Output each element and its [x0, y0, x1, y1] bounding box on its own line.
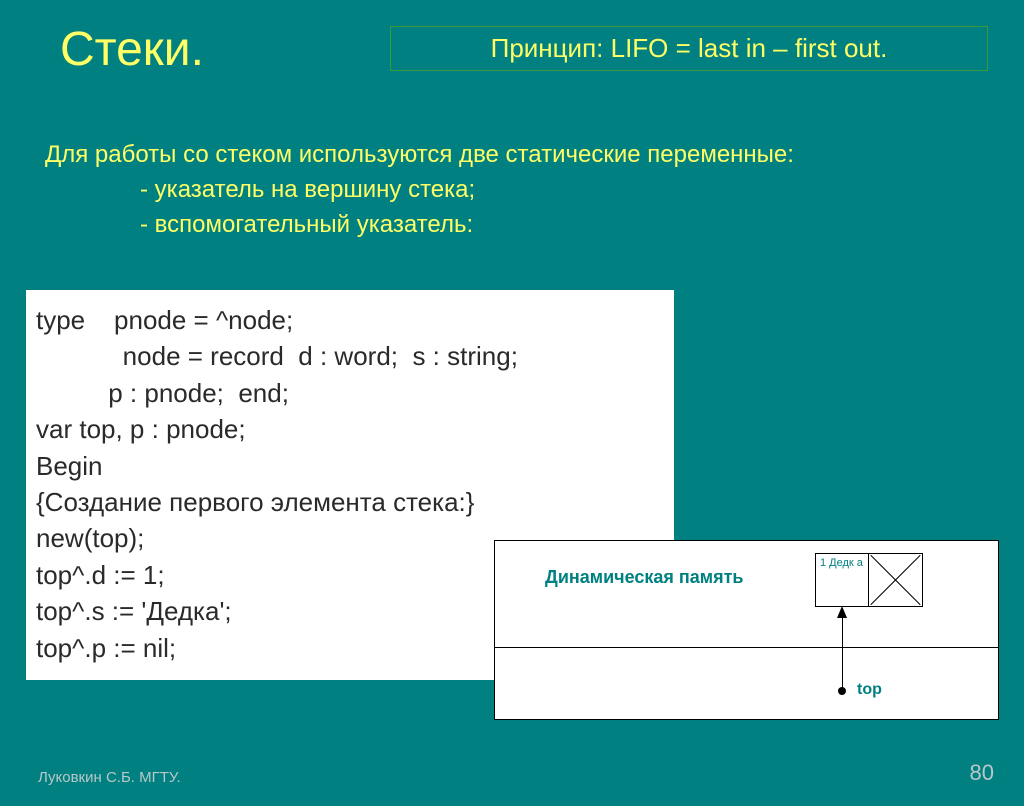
node-nil-icon — [869, 554, 922, 606]
node-data: 1 Дедк а — [816, 554, 869, 606]
memory-diagram: Динамическая память 1 Дедк а top — [494, 540, 999, 720]
memory-label: Динамическая память — [545, 566, 744, 589]
slide-footer: Луковкин С.Б. МГТУ. 80 — [38, 760, 994, 786]
slide-title: Стеки. — [60, 22, 204, 77]
page-number: 80 — [970, 760, 994, 786]
top-pointer-label: top — [857, 681, 882, 699]
stack-node: 1 Дедк а — [815, 553, 923, 607]
principle-box: Принцип: LIFO = last in – first out. — [390, 26, 988, 71]
intro-text: Для работы со стеком используются две ст… — [45, 138, 794, 242]
footer-author: Луковкин С.Б. МГТУ. — [38, 769, 181, 786]
divider-line — [495, 647, 998, 648]
intro-line-1: Для работы со стеком используются две ст… — [45, 138, 794, 173]
pointer-arrow-icon — [842, 608, 843, 690]
pointer-dot-icon — [838, 687, 846, 695]
intro-line-3: - вспомогательный указатель: — [45, 208, 794, 243]
intro-line-2: - указатель на вершину стека; — [45, 173, 794, 208]
